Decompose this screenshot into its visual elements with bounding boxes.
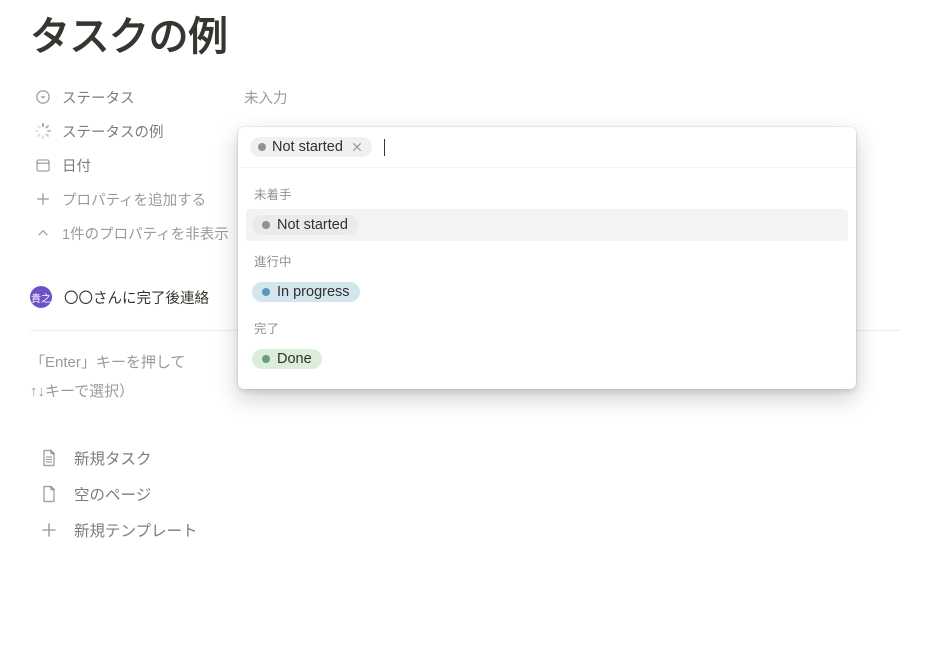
chevron-up-icon [34,224,52,242]
group-header-done: 完了 [246,308,848,343]
group-header-not-started: 未着手 [246,174,848,209]
plus-icon [38,519,60,541]
add-property-label: プロパティを追加する [62,189,206,210]
text-cursor [384,139,385,156]
property-status[interactable]: ステータス [30,80,240,114]
chip-remove-button[interactable] [351,141,364,154]
status-dropdown-input-row[interactable]: Not started [238,127,856,168]
plus-icon [34,190,52,208]
status-option-in-progress-label: In progress [277,284,350,300]
create-empty-page[interactable]: 空のページ [30,476,900,512]
status-dot-icon [262,355,270,363]
hide-properties-label: 1件のプロパティを非表示 [62,223,229,244]
page-icon [38,483,60,505]
status-dot-icon [262,221,270,229]
group-header-in-progress: 進行中 [246,241,848,276]
selected-status-chip-label: Not started [272,139,343,155]
create-new-template[interactable]: 新規テンプレート [30,512,900,548]
avatar: 貴之 [30,286,52,308]
hide-properties-button[interactable]: 1件のプロパティを非表示 [30,216,240,250]
create-new-task[interactable]: 新規タスク [30,440,900,476]
status-option-in-progress[interactable]: In progress [246,276,848,308]
status-dot-icon [262,288,270,296]
status-dropdown-icon [34,88,52,106]
page-lines-icon [38,447,60,469]
property-status-label: ステータス [62,87,135,108]
property-date[interactable]: 日付 [30,148,240,182]
status-option-not-started-label: Not started [277,217,348,233]
page-title[interactable]: タスクの例 [30,4,900,62]
selected-status-chip[interactable]: Not started [250,137,372,157]
calendar-icon [34,156,52,174]
loading-spinner-icon [34,122,52,140]
property-status-example[interactable]: ステータスの例 [30,114,240,148]
property-status-example-label: ステータスの例 [62,121,164,142]
status-option-not-started[interactable]: Not started [246,209,848,241]
status-option-done[interactable]: Done [246,343,848,375]
relation-text: 〇〇さんに完了後連絡 [64,287,209,308]
property-date-label: 日付 [62,155,91,176]
property-status-value[interactable]: 未入力 [240,80,900,114]
create-empty-page-label: 空のページ [74,483,151,505]
add-property-button[interactable]: プロパティを追加する [30,182,240,216]
status-dropdown[interactable]: Not started 未着手 Not started 進行中 In progr… [238,127,856,389]
status-dot-icon [258,143,266,151]
create-new-template-label: 新規テンプレート [74,519,198,541]
create-new-task-label: 新規タスク [74,447,152,469]
status-option-done-label: Done [277,351,312,367]
